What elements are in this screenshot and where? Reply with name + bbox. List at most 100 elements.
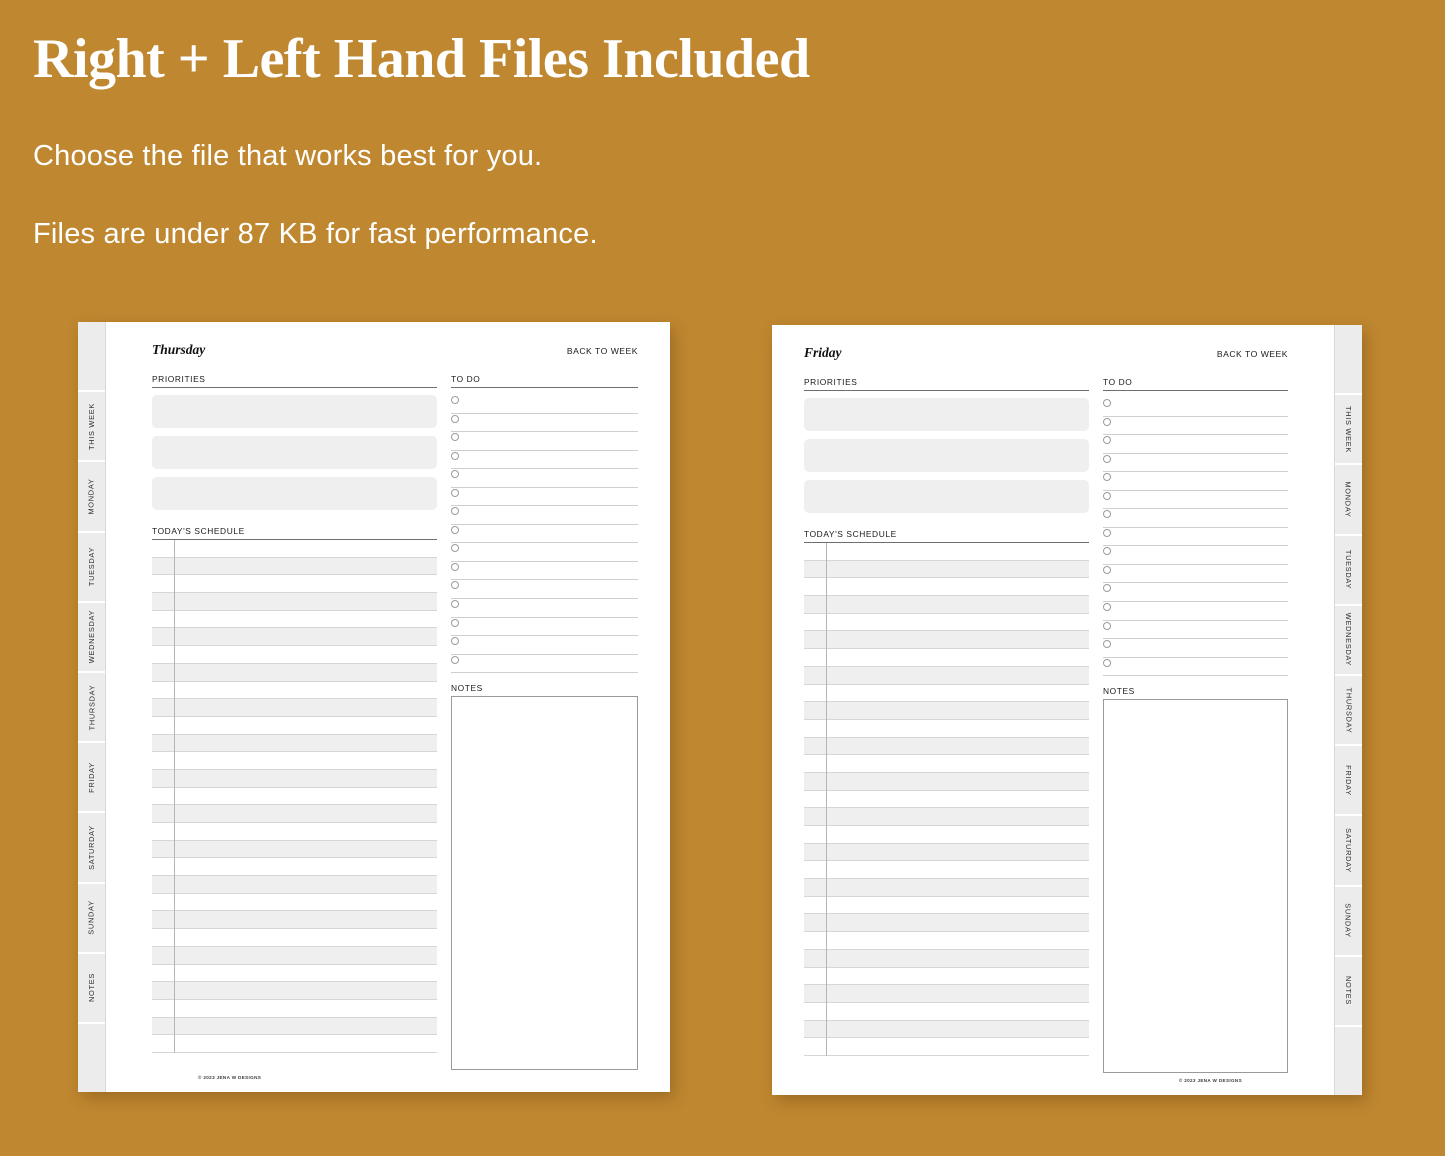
schedule-row[interactable] bbox=[804, 949, 1089, 968]
schedule-row[interactable] bbox=[804, 560, 1089, 579]
todo-row[interactable] bbox=[451, 636, 638, 655]
tab-friday[interactable]: FRIDAY bbox=[1335, 746, 1362, 817]
checkbox-circle-icon[interactable] bbox=[1103, 603, 1111, 612]
priority-input-box[interactable] bbox=[152, 477, 437, 510]
schedule-row[interactable] bbox=[152, 646, 437, 664]
schedule-row[interactable] bbox=[152, 682, 437, 700]
back-to-week-link[interactable]: BACK TO WEEK bbox=[1217, 349, 1288, 359]
schedule-row[interactable] bbox=[152, 717, 437, 735]
schedule-row[interactable] bbox=[152, 575, 437, 594]
todo-row[interactable] bbox=[1103, 565, 1288, 584]
schedule-row[interactable] bbox=[804, 968, 1089, 986]
schedule-row[interactable] bbox=[152, 699, 437, 717]
schedule-row[interactable] bbox=[804, 1020, 1089, 1039]
tab-notes[interactable]: NOTES bbox=[1335, 956, 1362, 1027]
schedule-row[interactable] bbox=[804, 614, 1089, 632]
tab-saturday[interactable]: SATURDAY bbox=[78, 813, 105, 884]
priority-input-box[interactable] bbox=[804, 439, 1089, 472]
todo-row[interactable] bbox=[451, 488, 638, 507]
priority-input-box[interactable] bbox=[152, 436, 437, 469]
schedule-row[interactable] bbox=[152, 788, 437, 806]
schedule-row[interactable] bbox=[152, 611, 437, 629]
schedule-row[interactable] bbox=[152, 840, 437, 859]
checkbox-circle-icon[interactable] bbox=[1103, 528, 1111, 537]
todo-row[interactable] bbox=[1103, 454, 1288, 473]
todo-row[interactable] bbox=[1103, 472, 1288, 491]
checkbox-circle-icon[interactable] bbox=[1103, 565, 1111, 574]
todo-row[interactable] bbox=[451, 451, 638, 470]
checkbox-circle-icon[interactable] bbox=[451, 581, 459, 590]
todo-row[interactable] bbox=[451, 525, 638, 544]
checkbox-circle-icon[interactable] bbox=[451, 525, 459, 534]
schedule-row[interactable] bbox=[152, 876, 437, 894]
schedule-row[interactable] bbox=[804, 666, 1089, 685]
checkbox-circle-icon[interactable] bbox=[451, 562, 459, 571]
checkbox-circle-icon[interactable] bbox=[1103, 584, 1111, 593]
todo-row[interactable] bbox=[451, 599, 638, 618]
checkbox-circle-icon[interactable] bbox=[451, 600, 459, 609]
schedule-row[interactable] bbox=[152, 628, 437, 647]
schedule-row[interactable] bbox=[804, 649, 1089, 667]
checkbox-circle-icon[interactable] bbox=[451, 637, 459, 646]
schedule-row[interactable] bbox=[804, 808, 1089, 826]
tab-this-week[interactable]: THIS WEEK bbox=[1335, 395, 1362, 466]
tab-notes[interactable]: NOTES bbox=[78, 953, 105, 1024]
schedule-row[interactable] bbox=[804, 985, 1089, 1003]
checkbox-circle-icon[interactable] bbox=[1103, 473, 1111, 482]
todo-row[interactable] bbox=[451, 414, 638, 433]
schedule-row[interactable] bbox=[804, 932, 1089, 950]
todo-row[interactable] bbox=[451, 432, 638, 451]
todo-row[interactable] bbox=[451, 655, 638, 674]
todo-row[interactable] bbox=[451, 506, 638, 525]
schedule-row[interactable] bbox=[804, 685, 1089, 703]
schedule-row[interactable] bbox=[152, 540, 437, 558]
todo-row[interactable] bbox=[1103, 417, 1288, 436]
schedule-row[interactable] bbox=[152, 557, 437, 576]
schedule-row[interactable] bbox=[804, 826, 1089, 844]
schedule-row[interactable] bbox=[804, 791, 1089, 809]
todo-row[interactable] bbox=[1103, 528, 1288, 547]
todo-row[interactable] bbox=[1103, 639, 1288, 658]
notes-area[interactable] bbox=[1103, 699, 1288, 1074]
schedule-row[interactable] bbox=[804, 720, 1089, 738]
checkbox-circle-icon[interactable] bbox=[1103, 399, 1111, 407]
checkbox-circle-icon[interactable] bbox=[1103, 436, 1111, 445]
todo-row[interactable] bbox=[451, 469, 638, 488]
schedule-row[interactable] bbox=[152, 769, 437, 788]
schedule-row[interactable] bbox=[152, 911, 437, 930]
tab-thursday[interactable]: THURSDAY bbox=[1335, 675, 1362, 747]
schedule-row[interactable] bbox=[152, 929, 437, 947]
checkbox-circle-icon[interactable] bbox=[451, 507, 459, 516]
tab-saturday[interactable]: SATURDAY bbox=[1335, 816, 1362, 887]
schedule-row[interactable] bbox=[152, 858, 437, 877]
checkbox-circle-icon[interactable] bbox=[451, 414, 459, 423]
schedule-row[interactable] bbox=[152, 805, 437, 823]
tab-thursday[interactable]: THURSDAY bbox=[78, 672, 105, 744]
priority-input-box[interactable] bbox=[804, 398, 1089, 431]
tab-sunday[interactable]: SUNDAY bbox=[78, 883, 105, 954]
checkbox-circle-icon[interactable] bbox=[451, 488, 459, 497]
schedule-row[interactable] bbox=[152, 1035, 437, 1053]
checkbox-circle-icon[interactable] bbox=[1103, 621, 1111, 630]
checkbox-circle-icon[interactable] bbox=[1103, 454, 1111, 463]
tab-wednesday[interactable]: WEDNESDAY bbox=[78, 602, 105, 673]
checkbox-circle-icon[interactable] bbox=[1103, 547, 1111, 556]
todo-row[interactable] bbox=[1103, 602, 1288, 621]
schedule-row[interactable] bbox=[152, 982, 437, 1000]
notes-area[interactable] bbox=[451, 696, 638, 1071]
checkbox-circle-icon[interactable] bbox=[451, 396, 459, 404]
checkbox-circle-icon[interactable] bbox=[1103, 417, 1111, 426]
schedule-row[interactable] bbox=[152, 965, 437, 983]
tab-sunday[interactable]: SUNDAY bbox=[1335, 886, 1362, 957]
schedule-row[interactable] bbox=[152, 593, 437, 611]
checkbox-circle-icon[interactable] bbox=[1103, 491, 1111, 500]
tab-tuesday[interactable]: TUESDAY bbox=[78, 532, 105, 603]
todo-row[interactable] bbox=[451, 580, 638, 600]
todo-row[interactable] bbox=[1103, 583, 1288, 603]
checkbox-circle-icon[interactable] bbox=[451, 433, 459, 442]
schedule-row[interactable] bbox=[152, 752, 437, 770]
schedule-row[interactable] bbox=[804, 879, 1089, 897]
schedule-row[interactable] bbox=[152, 734, 437, 753]
checkbox-circle-icon[interactable] bbox=[1103, 640, 1111, 649]
schedule-row[interactable] bbox=[804, 861, 1089, 880]
